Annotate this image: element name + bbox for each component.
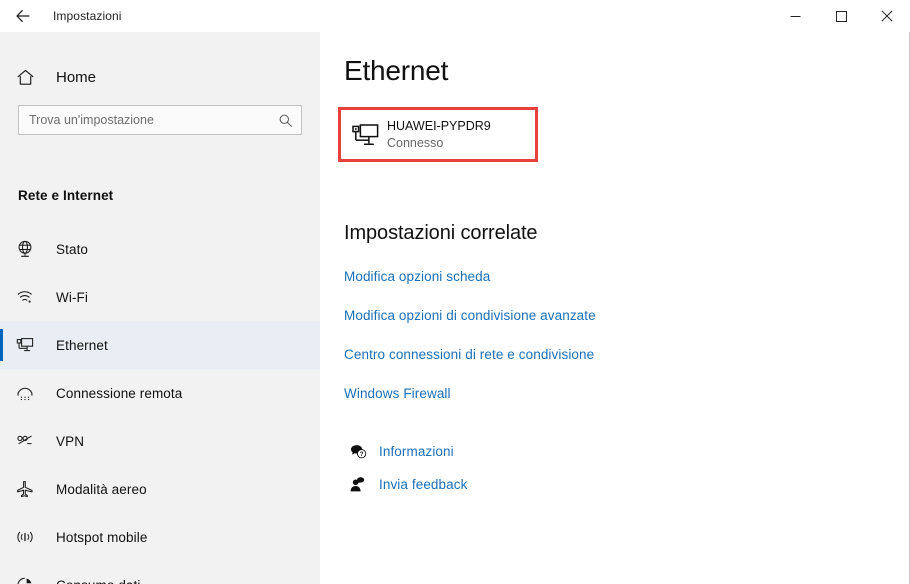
feedback-person-icon [344, 475, 372, 494]
sidebar-item-label: Ethernet [56, 337, 108, 353]
close-button[interactable] [864, 0, 910, 32]
title-bar: Impostazioni [0, 0, 910, 32]
sidebar-item-hotspot-mobile[interactable]: Hotspot mobile [0, 513, 320, 561]
sidebar-home-label: Home [56, 68, 97, 86]
link-centro-connessioni-rete-condivisione[interactable]: Centro connessioni di rete e condivision… [344, 347, 594, 362]
window-controls [772, 0, 910, 32]
sidebar-item-home[interactable]: Home [0, 60, 320, 94]
link-row: Windows Firewall [344, 374, 884, 413]
window-title: Impostazioni [53, 9, 122, 23]
help-label-informazioni[interactable]: Informazioni [379, 444, 454, 459]
related-settings-title: Impostazioni correlate [344, 222, 538, 244]
hotspot-icon [2, 527, 48, 547]
link-row: Modifica opzioni scheda [344, 257, 884, 296]
maximize-button[interactable] [818, 0, 864, 32]
sidebar-item-label: VPN [56, 433, 85, 449]
svg-text:?: ? [359, 451, 363, 458]
help-links: ? Informazioni Invia feedback [344, 435, 644, 501]
search-input[interactable] [29, 113, 278, 127]
link-row: Centro connessioni di rete e condivision… [344, 335, 884, 374]
globe-icon [2, 239, 48, 259]
sidebar-item-label: Consumo dati [56, 578, 141, 584]
content-pane: Ethernet HUAWEI-PYPDR9 Connesso Impostaz… [320, 32, 909, 584]
data-usage-icon [2, 575, 48, 584]
sidebar-item-consumo-dati[interactable]: Consumo dati [0, 561, 320, 584]
sidebar-item-label: Hotspot mobile [56, 529, 148, 545]
sidebar-nav: Stato Wi-Fi Ethernet Connessione remota … [0, 225, 320, 584]
connection-text: HUAWEI-PYPDR9 Connesso [387, 118, 491, 151]
link-windows-firewall[interactable]: Windows Firewall [344, 386, 451, 401]
link-row: Modifica opzioni di condivisione avanzat… [344, 296, 884, 335]
link-modifica-opzioni-condivisione-avanzate[interactable]: Modifica opzioni di condivisione avanzat… [344, 308, 596, 323]
airplane-icon [2, 479, 48, 499]
help-row-informazioni[interactable]: ? Informazioni [344, 435, 644, 468]
settings-window: Impostazioni Home Trova un'impostazione … [0, 0, 910, 584]
sidebar-item-vpn[interactable]: VPN [0, 417, 320, 465]
sidebar: Home Rete e Internet [0, 32, 320, 584]
dialup-icon [2, 383, 48, 403]
sidebar-item-label: Connessione remota [56, 385, 183, 401]
sidebar-item-connessione-remota[interactable]: Connessione remota [0, 369, 320, 417]
ethernet-icon [2, 335, 48, 355]
vpn-icon [2, 431, 48, 451]
sidebar-item-ethernet[interactable]: Ethernet [0, 321, 320, 369]
maximize-icon [835, 10, 847, 22]
sidebar-category-title: Rete e Internet [18, 188, 114, 203]
search-box[interactable] [18, 105, 302, 135]
close-icon [881, 10, 893, 22]
help-row-invia-feedback[interactable]: Invia feedback [344, 468, 644, 501]
connection-name: HUAWEI-PYPDR9 [387, 119, 491, 133]
sidebar-item-label: Wi-Fi [56, 289, 88, 305]
page-title: Ethernet [344, 55, 449, 86]
sidebar-item-wifi[interactable]: Wi-Fi [0, 273, 320, 321]
sidebar-item-stato[interactable]: Stato [0, 225, 320, 273]
sidebar-item-label: Stato [56, 241, 89, 257]
search-icon[interactable] [278, 113, 293, 128]
back-button[interactable] [0, 0, 46, 32]
sidebar-item-label: Modalità aereo [56, 481, 147, 497]
home-icon [2, 68, 48, 87]
related-settings-links: Modifica opzioni scheda Modifica opzioni… [344, 257, 884, 413]
link-modifica-opzioni-scheda[interactable]: Modifica opzioni scheda [344, 269, 490, 284]
question-bubble-icon: ? [344, 442, 372, 461]
minimize-icon [790, 11, 801, 22]
sidebar-item-modalita-aereo[interactable]: Modalità aereo [0, 465, 320, 513]
wifi-icon [2, 287, 48, 307]
ethernet-monitor-icon [343, 122, 387, 148]
ethernet-connection-card[interactable]: HUAWEI-PYPDR9 Connesso [338, 107, 538, 162]
search-container [18, 105, 302, 135]
connection-status: Connesso [387, 136, 444, 150]
minimize-button[interactable] [772, 0, 818, 32]
help-label-invia-feedback[interactable]: Invia feedback [379, 477, 467, 492]
back-arrow-icon [14, 7, 32, 25]
